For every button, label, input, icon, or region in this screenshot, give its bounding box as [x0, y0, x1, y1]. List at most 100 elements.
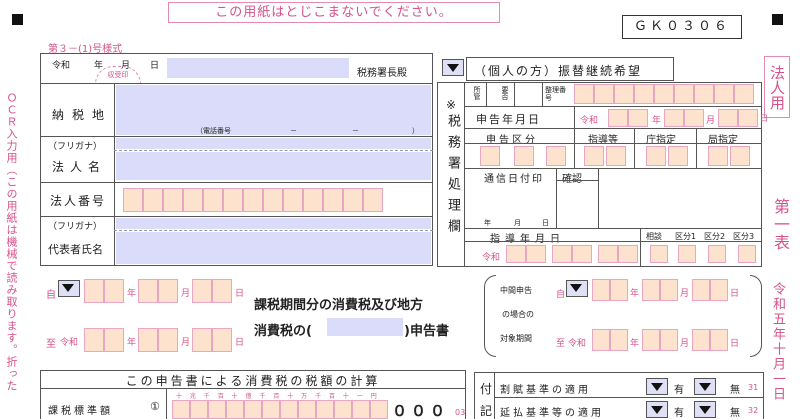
rep-name-field[interactable] — [116, 232, 431, 264]
interim-to-month-2[interactable] — [660, 329, 678, 351]
guidance-box-2[interactable] — [606, 146, 626, 166]
corp-number-boxes[interactable] — [123, 188, 383, 212]
interim-bracket-right — [750, 275, 762, 357]
interim-from-month-1[interactable] — [642, 279, 660, 301]
guidance-month-box[interactable] — [552, 245, 572, 263]
interim-to-day-2[interactable] — [710, 329, 728, 351]
filing-day-box-1[interactable] — [718, 109, 738, 127]
interim-line1: 中間申告 — [500, 286, 532, 295]
registration-mark-top-right — [772, 14, 783, 25]
period-to-label: 至 — [46, 339, 56, 350]
interim-from-day: 日 — [730, 289, 740, 299]
corp-name-kana-field[interactable] — [116, 138, 431, 149]
office-row-3b — [464, 143, 762, 144]
interim-to-day-1[interactable] — [692, 329, 710, 351]
header-era: 令和 — [52, 61, 71, 71]
cat1-box[interactable] — [678, 245, 696, 263]
corp-name-field[interactable] — [116, 152, 431, 180]
period-to-month-1[interactable] — [138, 328, 158, 352]
reference-number-boxes[interactable] — [574, 84, 754, 104]
consult-box[interactable] — [650, 245, 668, 263]
interim-from-day-1[interactable] — [692, 279, 710, 301]
filing-class-box-2[interactable] — [514, 146, 534, 166]
guidance-year-box[interactable] — [506, 245, 526, 263]
comm-year: 年 — [484, 219, 491, 227]
period-from-year-1[interactable] — [84, 279, 104, 303]
phone-label: （電話番号 — [196, 127, 231, 135]
header-day: 日 — [150, 61, 160, 71]
period-to-year-2[interactable] — [104, 328, 124, 352]
interim-to-year-2[interactable] — [610, 329, 628, 351]
deferred-no-dropdown[interactable] — [694, 401, 716, 418]
guidance-month-box-2[interactable] — [572, 245, 592, 263]
office-row-5b — [464, 241, 762, 242]
corporate-use-label: 法人用 — [764, 56, 790, 118]
period-from-year-2[interactable] — [104, 279, 124, 303]
taxable-base-boxes[interactable] — [172, 400, 388, 419]
interim-from-year-2[interactable] — [610, 279, 628, 301]
filing-month-box-2[interactable] — [684, 109, 704, 127]
first-table-label: 第一表 — [771, 198, 790, 252]
number-row-divider — [40, 182, 433, 183]
comm-date-label: 通信日付印 — [484, 174, 544, 185]
kana-divider — [114, 150, 433, 151]
office-designation-box-1[interactable] — [646, 146, 666, 166]
period-to-day-1[interactable] — [192, 328, 212, 352]
office-designation-box-2[interactable] — [668, 146, 688, 166]
installment-basis-dropdown[interactable] — [646, 378, 668, 395]
rep-row-divider — [40, 216, 433, 217]
office-col-d — [574, 106, 575, 128]
interim-from-day-2[interactable] — [710, 279, 728, 301]
address-field[interactable] — [116, 85, 431, 135]
interim-to-year-1[interactable] — [592, 329, 610, 351]
period-to-year-1[interactable] — [84, 328, 104, 352]
period-from-month-2[interactable] — [158, 279, 178, 303]
filing-year-box-2[interactable] — [628, 109, 648, 127]
guidance-year-box-2[interactable] — [526, 245, 546, 263]
cat3-box[interactable] — [738, 245, 756, 263]
interim-to-month: 月 — [680, 339, 690, 349]
period-from-month-1[interactable] — [138, 279, 158, 303]
period-from-day-2[interactable] — [212, 279, 232, 303]
filing-class-box-1[interactable] — [480, 146, 500, 166]
address-row-divider — [40, 83, 433, 84]
deferred-basis-dropdown[interactable] — [646, 401, 668, 418]
guidance-box-1[interactable] — [584, 146, 604, 166]
bureau-designation-box-1[interactable] — [708, 146, 728, 166]
installment-no-dropdown[interactable] — [694, 378, 716, 395]
transfer-dropdown[interactable] — [442, 59, 464, 76]
label-column-divider — [114, 83, 115, 266]
deferred-code: 32 — [748, 406, 759, 415]
declaration-type-field[interactable] — [327, 318, 403, 336]
interim-from-month-2[interactable] — [660, 279, 678, 301]
guidance-day-box[interactable] — [598, 245, 618, 263]
filing-era: 令和 — [580, 116, 599, 126]
guidance-date-label: 指導年月日 — [490, 234, 565, 245]
filing-day-box-2[interactable] — [738, 109, 758, 127]
guidance-day-box-2[interactable] — [618, 245, 638, 263]
period-from-day-1[interactable] — [192, 279, 212, 303]
bureau-designation-box-2[interactable] — [730, 146, 750, 166]
interim-from-label: 自 — [556, 290, 566, 300]
taxable-base-code: 03 — [455, 408, 466, 417]
interim-to-month-1[interactable] — [642, 329, 660, 351]
filing-year-box-1[interactable] — [608, 109, 628, 127]
filing-month-box-1[interactable] — [664, 109, 684, 127]
rep-kana-field[interactable] — [116, 218, 431, 229]
rep-name-label: 代表者氏名 — [48, 243, 103, 256]
calc-value-divider — [166, 388, 167, 419]
installment-code: 31 — [748, 383, 759, 392]
period-to-day-2[interactable] — [212, 328, 232, 352]
cat2-box[interactable] — [708, 245, 726, 263]
office-col-e — [574, 128, 575, 168]
period-to-month-2[interactable] — [158, 328, 178, 352]
confirm-label: 確認 — [562, 174, 582, 185]
corp-name-label: 法人名 — [52, 160, 107, 174]
guidance-era: 令和 — [482, 253, 501, 263]
tax-office-field[interactable] — [167, 58, 349, 78]
taxable-base-number: ① — [150, 400, 160, 413]
office-row-3 — [464, 128, 762, 129]
office-col-c — [542, 82, 543, 106]
interim-from-year-1[interactable] — [592, 279, 610, 301]
filing-class-box-3[interactable] — [546, 146, 566, 166]
